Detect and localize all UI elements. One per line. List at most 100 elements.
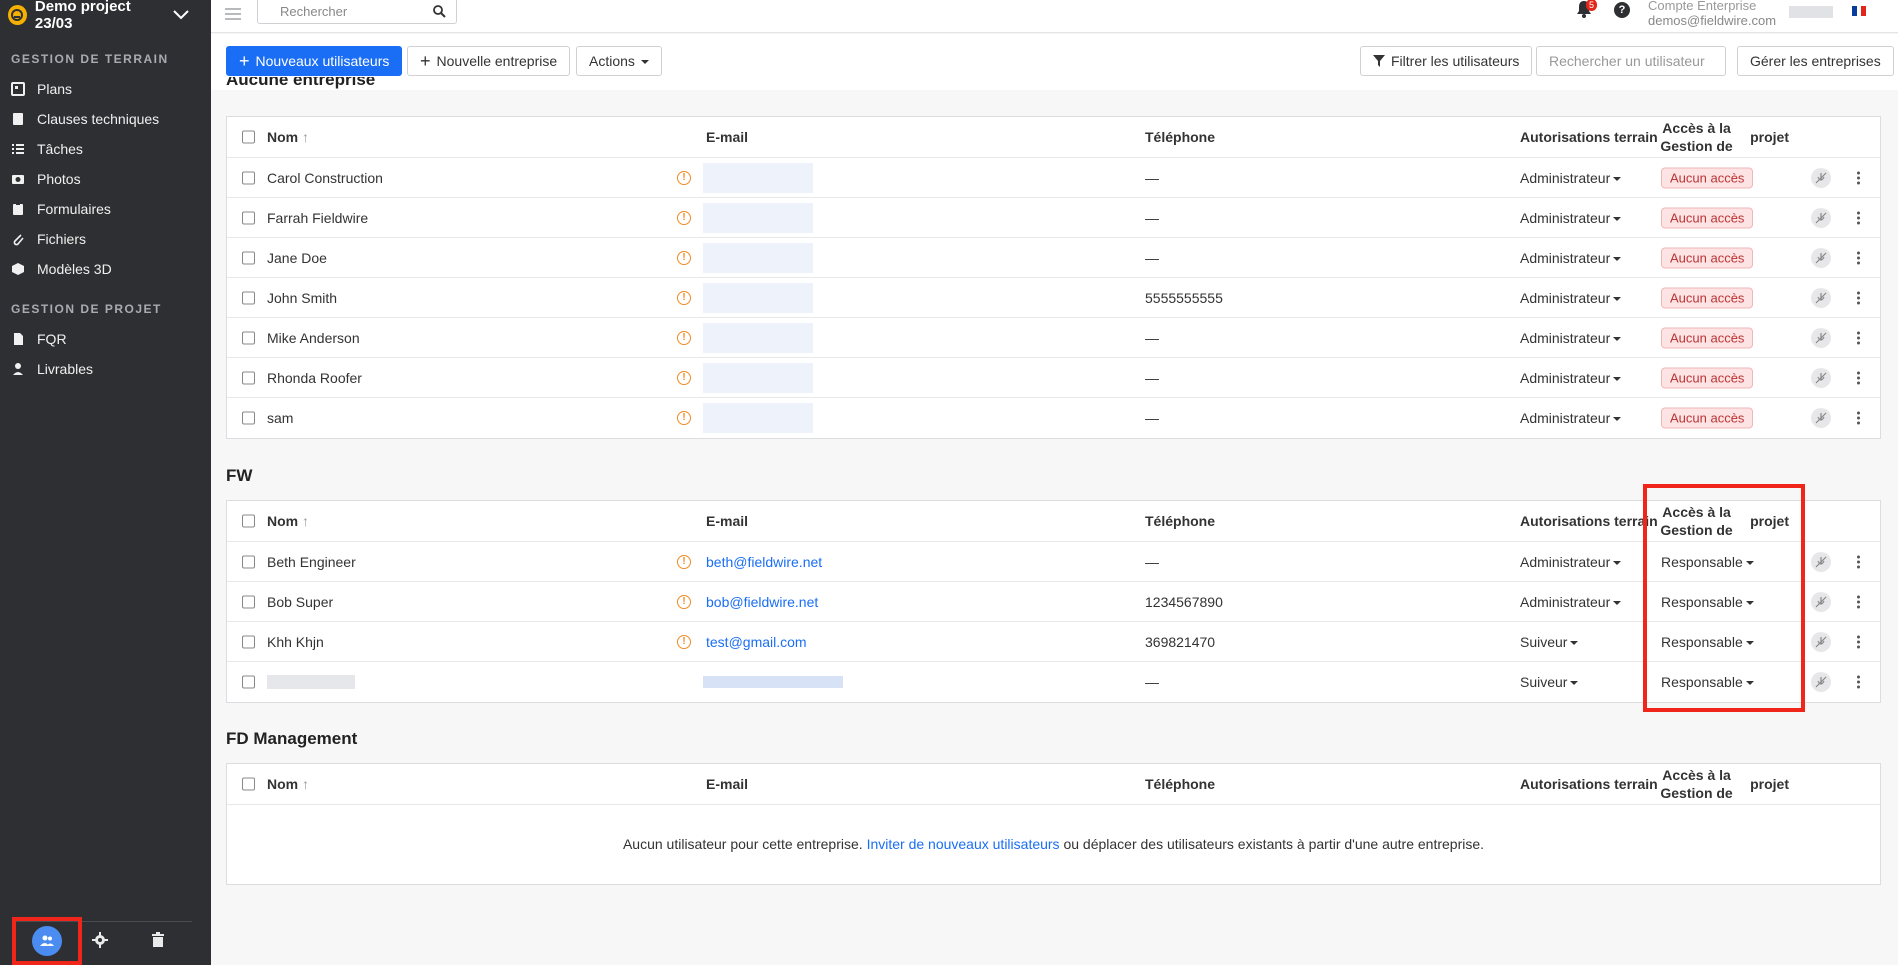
chevron-down-icon[interactable] [173, 7, 189, 24]
field-permission-dropdown[interactable]: Administrateur [1520, 554, 1622, 570]
select-all-checkbox[interactable] [242, 514, 255, 528]
field-permission-dropdown[interactable]: Administrateur [1520, 410, 1622, 426]
field-permission-dropdown[interactable]: Suiveur [1520, 674, 1579, 690]
new-users-button[interactable]: + Nouveaux utilisateurs [226, 46, 403, 76]
menu-icon[interactable] [225, 5, 241, 21]
field-permission-dropdown[interactable]: Administrateur [1520, 170, 1622, 186]
more-options-icon[interactable] [1857, 675, 1860, 689]
warning-icon[interactable]: ! [677, 330, 691, 345]
column-name[interactable]: Nom ↑ [267, 776, 309, 792]
actions-dropdown[interactable]: Actions [576, 46, 662, 76]
row-checkbox[interactable] [242, 675, 255, 689]
more-options-icon[interactable] [1857, 595, 1860, 608]
select-all-checkbox[interactable] [242, 777, 255, 791]
sidebar-item-specs[interactable]: Clauses techniques [0, 104, 211, 134]
table-row[interactable]: Mike Anderson! — Administrateur Aucun accès [227, 318, 1880, 358]
row-checkbox[interactable] [242, 211, 255, 224]
access-dropdown[interactable]: Responsable [1661, 634, 1754, 650]
help-icon[interactable]: ? [1614, 2, 1630, 18]
no-access-button[interactable] [1811, 367, 1831, 388]
sidebar-item-forms[interactable]: Formulaires [0, 194, 211, 224]
no-access-button[interactable] [1811, 207, 1831, 228]
global-search-input[interactable]: Rechercher [257, 0, 457, 24]
warning-icon[interactable]: ! [677, 370, 691, 385]
field-permission-dropdown[interactable]: Administrateur [1520, 594, 1622, 610]
warning-icon[interactable]: ! [677, 634, 691, 649]
field-permission-dropdown[interactable]: Administrateur [1520, 210, 1622, 226]
more-options-icon[interactable] [1857, 171, 1860, 184]
row-checkbox[interactable] [242, 635, 255, 648]
table-row[interactable]: Khh Khjn! test@gmail.com 369821470 Suiveur R… [227, 622, 1880, 662]
no-access-button[interactable] [1811, 287, 1831, 308]
trash-button[interactable] [150, 932, 166, 951]
search-user-input[interactable]: Rechercher un utilisateur [1536, 46, 1726, 76]
row-checkbox[interactable] [242, 251, 255, 264]
row-checkbox[interactable] [242, 291, 255, 304]
column-name[interactable]: Nom ↑ [267, 129, 309, 145]
no-access-button[interactable] [1811, 408, 1831, 428]
users-button[interactable] [12, 917, 82, 965]
project-switcher[interactable]: Demo project 23/03 [0, 0, 211, 32]
row-checkbox[interactable] [242, 171, 255, 184]
row-checkbox[interactable] [242, 411, 255, 425]
sidebar-item-files[interactable]: Fichiers [0, 224, 211, 254]
no-access-button[interactable] [1811, 551, 1831, 572]
more-options-icon[interactable] [1857, 555, 1860, 568]
notifications-button[interactable]: 5 [1576, 0, 1598, 21]
select-all-checkbox[interactable] [242, 130, 255, 144]
avatar[interactable] [1789, 6, 1833, 18]
access-badge[interactable]: Aucun accès [1661, 407, 1754, 429]
sidebar-item-photos[interactable]: Photos [0, 164, 211, 194]
access-badge[interactable]: Aucun accès [1661, 367, 1754, 388]
row-checkbox[interactable] [242, 371, 255, 384]
sidebar-item-tasks[interactable]: Tâches [0, 134, 211, 164]
table-row[interactable]: Carol Construction! — Administrateur Aucun … [227, 158, 1880, 198]
access-badge[interactable]: Aucun accès [1661, 167, 1754, 188]
user-email-link[interactable]: beth@fieldwire.net [706, 554, 822, 570]
row-checkbox[interactable] [242, 555, 255, 568]
no-access-button[interactable] [1811, 167, 1831, 188]
french-flag-icon[interactable] [1852, 6, 1867, 16]
no-access-button[interactable] [1811, 672, 1831, 692]
column-name[interactable]: Nom ↑ [267, 513, 309, 529]
field-permission-dropdown[interactable]: Suiveur [1520, 634, 1579, 650]
row-checkbox[interactable] [242, 331, 255, 344]
warning-icon[interactable]: ! [677, 290, 691, 305]
more-options-icon[interactable] [1857, 251, 1860, 264]
table-row[interactable]: Bob Super! bob@fieldwire.net 1234567890 Adm… [227, 582, 1880, 622]
warning-icon[interactable]: ! [677, 594, 691, 609]
access-dropdown[interactable]: Responsable [1661, 674, 1754, 690]
more-options-icon[interactable] [1857, 371, 1860, 384]
sidebar-item-plans[interactable]: Plans [0, 74, 211, 104]
field-permission-dropdown[interactable]: Administrateur [1520, 370, 1622, 386]
manage-companies-button[interactable]: Gérer les entreprises [1737, 46, 1894, 76]
warning-icon[interactable]: ! [677, 411, 691, 425]
table-row[interactable]: Jane Doe! — Administrateur Aucun accès [227, 238, 1880, 278]
table-row[interactable]: sam! — Administrateur Aucun accès [227, 398, 1880, 438]
more-options-icon[interactable] [1857, 635, 1860, 648]
field-permission-dropdown[interactable]: Administrateur [1520, 330, 1622, 346]
no-access-button[interactable] [1811, 631, 1831, 652]
no-access-button[interactable] [1811, 591, 1831, 612]
warning-icon[interactable]: ! [677, 170, 691, 185]
warning-icon[interactable]: ! [677, 554, 691, 569]
table-row[interactable]: Rhonda Roofer! — Administrateur Aucun accès [227, 358, 1880, 398]
access-badge[interactable]: Aucun accès [1661, 207, 1754, 228]
warning-icon[interactable]: ! [677, 250, 691, 265]
sidebar-item-deliverables[interactable]: Livrables [0, 354, 211, 384]
field-permission-dropdown[interactable]: Administrateur [1520, 290, 1622, 306]
warning-icon[interactable]: ! [677, 210, 691, 225]
sidebar-item-3d-models[interactable]: Modèles 3D [0, 254, 211, 284]
account-info[interactable]: Compte Enterprise demos@fieldwire.com [1648, 0, 1776, 28]
sidebar-item-fqr[interactable]: FQR [0, 324, 211, 354]
new-company-button[interactable]: + Nouvelle entreprise [407, 46, 571, 76]
table-row[interactable]: — Suiveur Responsable [227, 662, 1880, 702]
access-badge[interactable]: Aucun accès [1661, 287, 1754, 308]
settings-button[interactable] [92, 932, 108, 951]
more-options-icon[interactable] [1857, 291, 1860, 304]
more-options-icon[interactable] [1857, 211, 1860, 224]
invite-users-link[interactable]: Inviter de nouveaux utilisateurs [867, 836, 1060, 852]
access-badge[interactable]: Aucun accès [1661, 247, 1754, 268]
no-access-button[interactable] [1811, 327, 1831, 348]
user-email-link[interactable]: bob@fieldwire.net [706, 594, 818, 610]
